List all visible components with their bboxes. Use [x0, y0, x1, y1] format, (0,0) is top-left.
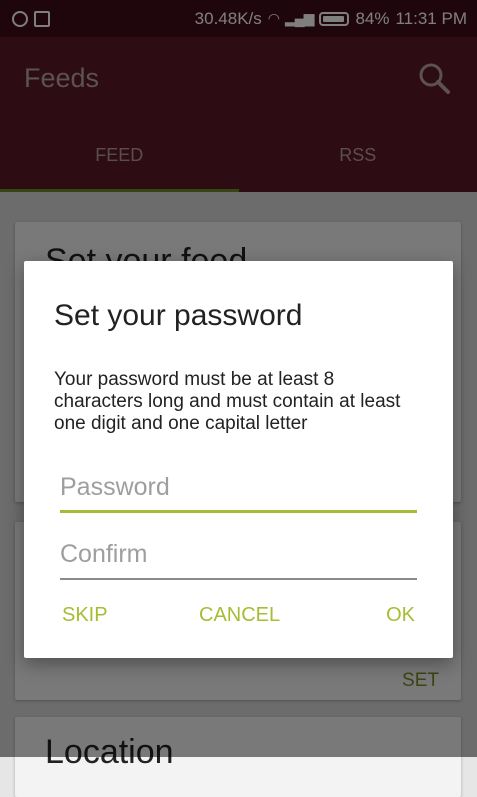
dialog-message: Your password must be at least 8 charact…: [54, 369, 424, 435]
confirm-field[interactable]: Confirm: [60, 540, 417, 580]
cancel-button[interactable]: CANCEL: [199, 604, 280, 627]
set-password-dialog: Set your password Your password must be …: [24, 261, 453, 658]
skip-button[interactable]: SKIP: [62, 604, 108, 627]
ok-button[interactable]: OK: [386, 604, 415, 627]
password-field[interactable]: Password: [60, 473, 417, 513]
dialog-title: Set your password: [54, 299, 302, 333]
password-placeholder: Password: [60, 473, 170, 502]
confirm-placeholder: Confirm: [60, 540, 148, 569]
